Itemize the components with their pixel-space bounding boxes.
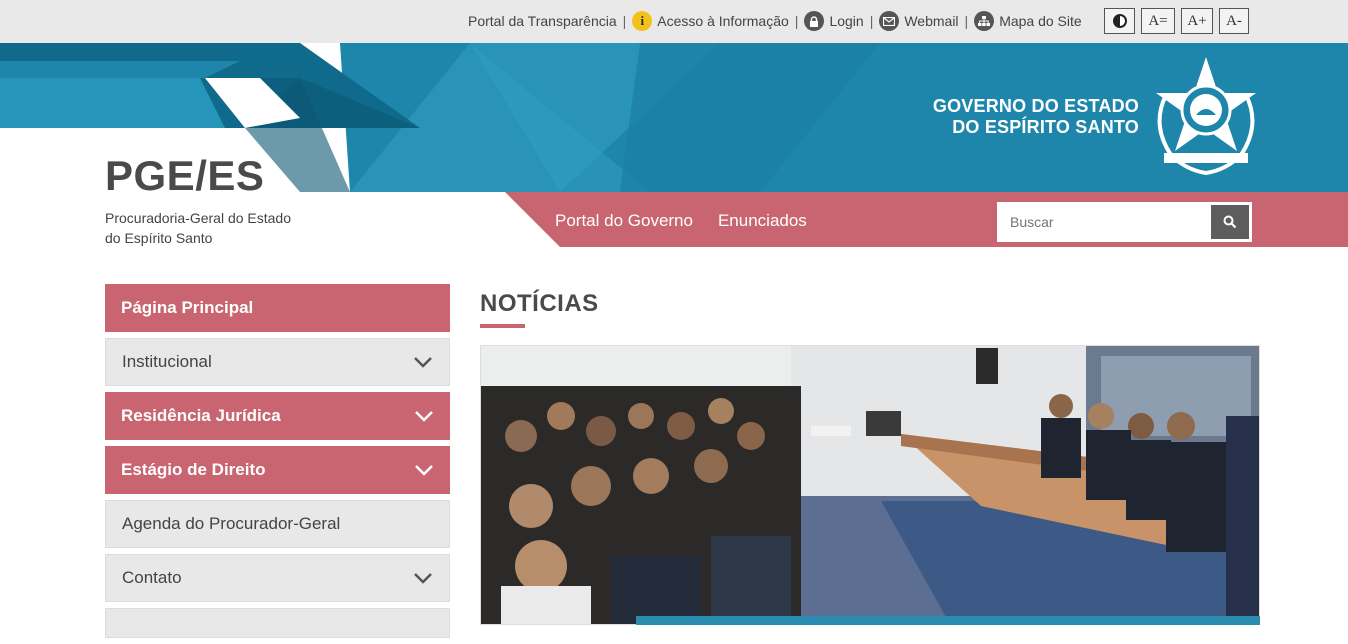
site-subtitle: Procuradoria-Geral do Estado do Espírito… bbox=[105, 210, 291, 246]
nav-portal-governo[interactable]: Portal do Governo bbox=[555, 211, 693, 231]
utility-bar: Portal da Transparência | Acesso à Infor… bbox=[0, 0, 1348, 43]
photo-caption-bar bbox=[636, 616, 1260, 625]
sidebar-item-partial[interactable] bbox=[105, 608, 450, 638]
state-coat-of-arms bbox=[1156, 57, 1256, 176]
sidebar-item-pagina-principal[interactable]: Página Principal bbox=[105, 284, 450, 332]
conference-photo-illustration bbox=[481, 346, 1259, 624]
sidebar-item-agenda[interactable]: Agenda do Procurador-Geral bbox=[105, 500, 450, 548]
transparency-portal-link[interactable]: Portal da Transparência bbox=[468, 13, 617, 29]
font-reset-button[interactable]: A= bbox=[1141, 8, 1175, 34]
login-link[interactable]: Login bbox=[804, 11, 864, 31]
sidebar-item-contato[interactable]: Contato bbox=[105, 554, 450, 602]
chevron-down-icon bbox=[414, 357, 432, 368]
nav-enunciados[interactable]: Enunciados bbox=[718, 211, 807, 231]
info-icon bbox=[632, 11, 653, 31]
search-button[interactable] bbox=[1211, 205, 1249, 239]
lock-icon bbox=[804, 11, 825, 31]
contrast-icon bbox=[1112, 14, 1127, 28]
sitemap-link[interactable]: Mapa do Site bbox=[974, 11, 1082, 31]
news-section-title: NOTÍCIAS bbox=[480, 290, 599, 317]
search-input[interactable] bbox=[998, 203, 1209, 241]
sidebar-menu: Página Principal Institucional Residênci… bbox=[105, 284, 450, 644]
webmail-link[interactable]: Webmail bbox=[879, 11, 959, 31]
government-name[interactable]: GOVERNO DO ESTADO DO ESPÍRITO SANTO bbox=[933, 96, 1139, 138]
font-decrease-button[interactable]: A- bbox=[1219, 8, 1249, 34]
chevron-down-icon bbox=[414, 573, 432, 584]
main-nav: Portal do Governo Enunciados bbox=[555, 211, 807, 231]
utility-links: Portal da Transparência | Acesso à Infor… bbox=[468, 10, 1082, 32]
search-icon bbox=[1223, 215, 1237, 229]
sidebar-item-estagio-de-direito[interactable]: Estágio de Direito bbox=[105, 446, 450, 494]
mail-icon bbox=[879, 11, 900, 31]
access-info-link[interactable]: Acesso à Informação bbox=[632, 11, 789, 31]
search-box bbox=[997, 202, 1252, 242]
contrast-button[interactable] bbox=[1104, 8, 1135, 34]
font-increase-button[interactable]: A+ bbox=[1181, 8, 1213, 34]
chevron-down-icon bbox=[415, 465, 433, 476]
sidebar-item-residencia-juridica[interactable]: Residência Jurídica bbox=[105, 392, 450, 440]
site-title[interactable]: PGE/ES bbox=[105, 152, 264, 200]
title-underline bbox=[480, 324, 525, 328]
sidebar-item-institucional[interactable]: Institucional bbox=[105, 338, 450, 386]
sitemap-icon bbox=[974, 11, 995, 31]
news-feature-photo[interactable] bbox=[480, 345, 1260, 625]
accessibility-controls: A= A+ A- bbox=[1104, 8, 1249, 34]
chevron-down-icon bbox=[415, 411, 433, 422]
